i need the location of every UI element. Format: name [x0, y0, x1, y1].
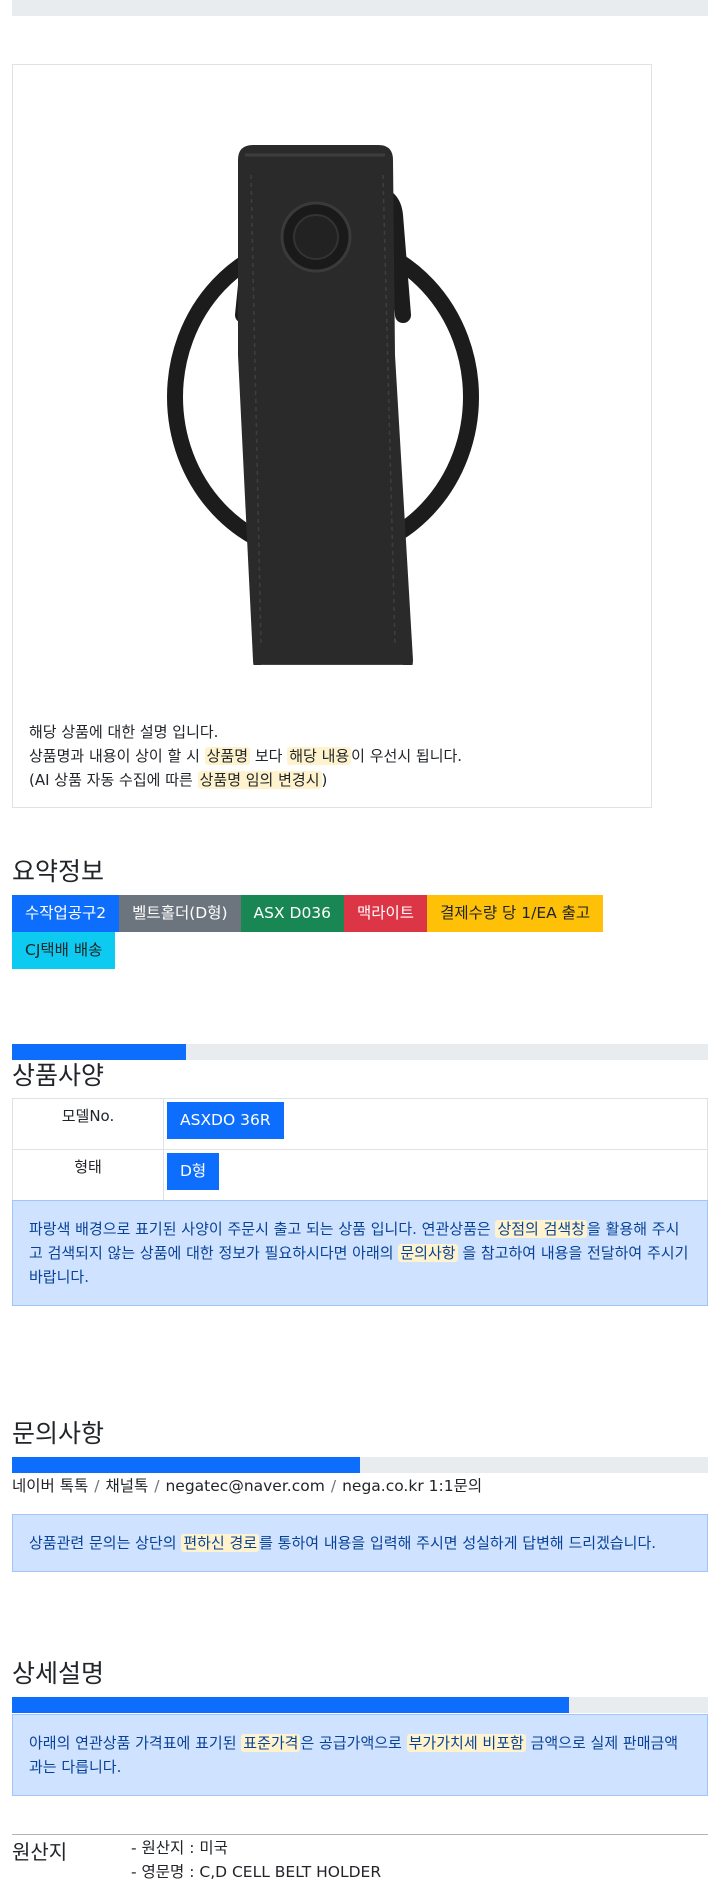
highlighted-text: 편하신 경로 — [181, 1534, 260, 1552]
description-line: (AI 상품 자동 수집에 따른 상품명 임의 변경시) — [29, 768, 639, 792]
text-segment: 이 우선시 됩니다. — [351, 747, 463, 765]
text-segment: 해당 상품에 대한 설명 입니다. — [29, 723, 219, 741]
inquiry-progress-bar — [12, 1457, 708, 1473]
inquiry-notice: 상품관련 문의는 상단의 편하신 경로 를 통하여 내용을 입력해 주시면 성실하… — [12, 1514, 708, 1572]
page: 해당 상품에 대한 설명 입니다. 상품명과 내용이 상이 할 시 상품명 보다 … — [0, 0, 720, 1884]
text-segment: 를 통하여 내용을 입력해 주시면 성실하게 답변해 드리겠습니다. — [259, 1534, 657, 1552]
description-line: 해당 상품에 대한 설명 입니다. — [29, 720, 639, 744]
description-line: 상품명과 내용이 상이 할 시 상품명 보다 해당 내용 이 우선시 됩니다. — [29, 744, 639, 768]
top-progress-bar — [12, 0, 708, 16]
origin-label: 원산지 — [12, 1840, 68, 1864]
spec-value-cell: D형 — [163, 1149, 708, 1201]
highlighted-text: 상점의 검색창 — [495, 1220, 588, 1238]
separator: / — [154, 1477, 160, 1495]
contact-item[interactable]: negatec@naver.com — [165, 1477, 324, 1495]
highlighted-text: 표준가격 — [241, 1734, 301, 1752]
spec-row: 모델No. ASXDO 36R — [12, 1098, 708, 1150]
highlighted-text: 상품명 임의 변경시 — [197, 771, 322, 789]
text-segment: 아래의 연관상품 가격표에 표기된 — [29, 1734, 242, 1752]
progress-fill — [12, 1697, 569, 1713]
summary-badge: ASX D036 — [240, 895, 345, 932]
highlighted-text: 문의사항 — [398, 1244, 458, 1262]
text-segment: 상품명과 내용이 상이 할 시 — [29, 747, 205, 765]
separator: / — [330, 1477, 337, 1495]
spec-label: 모델No. — [12, 1098, 164, 1150]
detail-notice: 아래의 연관상품 가격표에 표기된 표준가격 은 공급가액으로 부가가치세 비포함… — [12, 1714, 708, 1796]
text-segment: ) — [321, 771, 328, 789]
spec-notice: 파랑색 배경으로 표기된 사양이 주문시 출고 되는 상품 입니다. 연관상품은… — [12, 1200, 708, 1306]
spec-label: 형태 — [12, 1149, 164, 1201]
summary-badge: 수작업공구2 — [12, 895, 120, 932]
highlighted-text: 상품명 — [204, 747, 251, 765]
text-segment: 보다 — [250, 747, 288, 765]
origin-divider — [12, 1834, 708, 1835]
contact-list: 네이버 톡톡 / 채널톡 / negatec@naver.com / nega.co.kr … — [12, 1474, 482, 1496]
highlighted-text: 해당 내용 — [287, 747, 352, 765]
summary-badge: 맥라이트 — [344, 895, 428, 932]
product-description: 해당 상품에 대한 설명 입니다. 상품명과 내용이 상이 할 시 상품명 보다 … — [29, 720, 639, 792]
highlighted-text: 부가가치세 비포함 — [406, 1734, 526, 1752]
spec-value-cell: ASXDO 36R — [163, 1098, 708, 1150]
separator: / — [94, 1477, 100, 1495]
origin-values: - 원산지 : 미국 - 영문명 : C,D CELL BELT HOLDER — [131, 1836, 381, 1884]
origin-value: - 원산지 : 미국 — [131, 1839, 228, 1857]
summary-badge: 벨트홀더(D형) — [119, 895, 241, 932]
summary-title: 요약정보 — [12, 857, 105, 886]
spec-title: 상품사양 — [12, 1061, 105, 1090]
origin-value: - 영문명 : C,D CELL BELT HOLDER — [131, 1863, 382, 1881]
contact-item[interactable]: nega.co.kr 1:1문의 — [342, 1477, 482, 1495]
spec-table: 모델No. ASXDO 36R 형태 D형 — [12, 1098, 708, 1201]
inquiry-title: 문의사항 — [12, 1419, 105, 1448]
summary-badges: 수작업공구2 벨트홀더(D형) ASX D036 맥라이트 결제수량 당 1/EA 출고… — [12, 895, 652, 969]
spec-value-badge: D형 — [167, 1153, 220, 1190]
product-image — [167, 145, 479, 665]
spec-row: 형태 D형 — [12, 1149, 708, 1201]
contact-item[interactable]: 네이버 톡톡 — [12, 1477, 88, 1495]
detail-title: 상세설명 — [12, 1659, 105, 1688]
spec-value-badge: ASXDO 36R — [167, 1102, 284, 1139]
summary-badge: CJ택배 배송 — [12, 932, 116, 969]
text-segment: 파랑색 배경으로 표기된 사양이 주문시 출고 되는 상품 입니다. 연관상품은 — [29, 1220, 496, 1238]
text-segment: (AI 상품 자동 수집에 따른 — [29, 771, 198, 789]
spec-progress-bar — [12, 1044, 708, 1060]
product-image-card: 해당 상품에 대한 설명 입니다. 상품명과 내용이 상이 할 시 상품명 보다 … — [12, 64, 652, 808]
detail-progress-bar — [12, 1697, 708, 1713]
contact-item[interactable]: 채널톡 — [105, 1477, 148, 1495]
text-segment: 상품관련 문의는 상단의 — [29, 1534, 182, 1552]
summary-badge: 결제수량 당 1/EA 출고 — [427, 895, 604, 932]
progress-fill — [12, 1457, 360, 1473]
text-segment: 은 공급가액으로 — [300, 1734, 407, 1752]
